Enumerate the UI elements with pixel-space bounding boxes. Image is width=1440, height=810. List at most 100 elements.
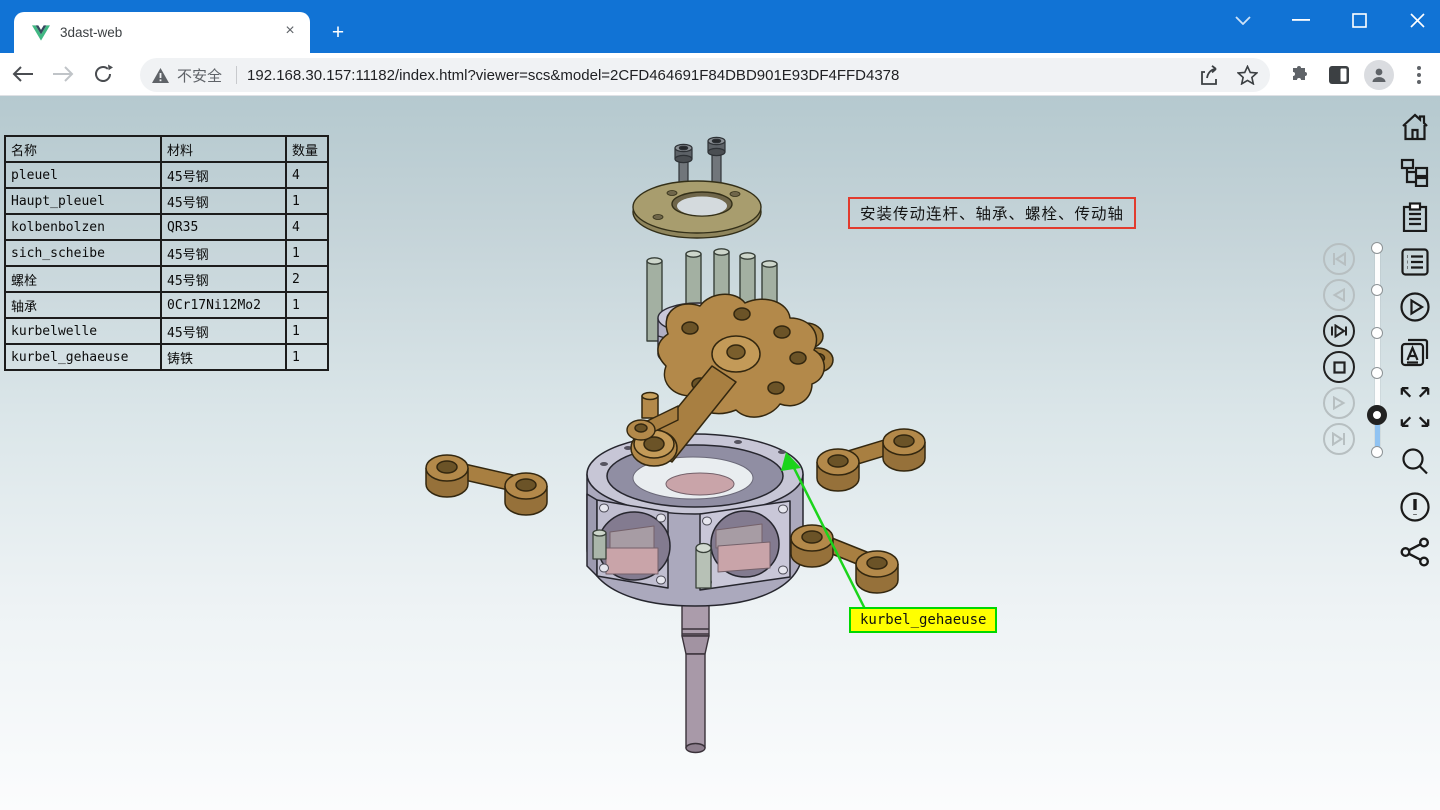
viewer-canvas[interactable]: 名称 材料 数量 pleuel45号钢4 Haupt_pleuel45号钢1 k… — [0, 96, 1440, 810]
annotation-toggle-icon[interactable] — [1399, 336, 1431, 368]
table-row: pleuel45号钢4 — [5, 162, 328, 188]
slider-tick[interactable] — [1371, 367, 1383, 379]
browser-tab[interactable]: 3dast-web × — [14, 12, 310, 53]
bom-cell: sich_scheibe — [5, 240, 161, 266]
bom-cell: 螺栓 — [5, 266, 161, 292]
bom-header-material: 材料 — [161, 136, 286, 162]
table-row: sich_scheibe45号钢1 — [5, 240, 328, 266]
bom-cell: 铸铁 — [161, 344, 286, 370]
maximize-button[interactable] — [1344, 5, 1374, 35]
slider-tick[interactable] — [1371, 242, 1383, 254]
side-panel-icon[interactable] — [1324, 60, 1354, 90]
bom-cell: 4 — [286, 214, 328, 240]
bom-cell: 45号钢 — [161, 188, 286, 214]
warning-exclamation-icon[interactable] — [1399, 491, 1431, 523]
menu-kebab-icon[interactable] — [1404, 60, 1434, 90]
chevron-down-icon[interactable] — [1228, 5, 1258, 35]
list-icon[interactable] — [1399, 246, 1431, 278]
step-annotation: 安装传动连杆、轴承、螺栓、传动轴 — [848, 197, 1136, 229]
toolbar-right-icons — [1284, 58, 1434, 92]
new-tab-button[interactable]: + — [326, 22, 350, 46]
bom-cell: 1 — [286, 240, 328, 266]
table-row: kurbel_gehaeuse铸铁1 — [5, 344, 328, 370]
bom-cell: 1 — [286, 188, 328, 214]
profile-avatar[interactable] — [1364, 60, 1394, 90]
security-warning-icon — [152, 68, 169, 83]
bom-cell: 0Cr17Ni12Mo2 — [161, 292, 286, 318]
step-back-icon[interactable] — [1323, 279, 1355, 311]
bom-cell: 45号钢 — [161, 162, 286, 188]
reload-button[interactable] — [86, 57, 120, 91]
bom-cell: 45号钢 — [161, 240, 286, 266]
minimize-button[interactable] — [1286, 5, 1316, 35]
bom-cell: 2 — [286, 266, 328, 292]
bom-cell: 1 — [286, 344, 328, 370]
share-page-icon[interactable] — [1200, 65, 1221, 85]
part-label-kurbel-gehaeuse[interactable]: kurbel_gehaeuse — [849, 607, 997, 633]
forward-button[interactable] — [46, 57, 80, 91]
bom-cell: 45号钢 — [161, 318, 286, 344]
omnibox-separator — [236, 66, 237, 84]
play-circle-icon[interactable] — [1399, 291, 1431, 323]
stop-icon[interactable] — [1323, 351, 1355, 383]
model-washer — [633, 181, 761, 238]
model-shaft — [682, 585, 709, 753]
share-icon[interactable] — [1399, 536, 1431, 568]
window-controls — [1228, 4, 1432, 36]
slider-handle[interactable] — [1367, 405, 1387, 425]
security-label[interactable]: 不安全 — [177, 65, 222, 86]
bom-cell: 轴承 — [5, 292, 161, 318]
bom-cell: 45号钢 — [161, 266, 286, 292]
play-icon[interactable] — [1323, 387, 1355, 419]
fullscreen-expand-icon[interactable] — [1399, 381, 1431, 433]
clipboard-icon[interactable] — [1399, 201, 1431, 233]
tab-title: 3dast-web — [60, 25, 280, 40]
slider-tick[interactable] — [1371, 327, 1383, 339]
bom-header-qty: 数量 — [286, 136, 328, 162]
skip-end-icon[interactable] — [1323, 423, 1355, 455]
structure-tree-icon[interactable] — [1399, 156, 1431, 188]
step-slider[interactable] — [1371, 245, 1383, 455]
bookmark-star-icon[interactable] — [1237, 65, 1258, 85]
bom-table: 名称 材料 数量 pleuel45号钢4 Haupt_pleuel45号钢1 k… — [4, 135, 329, 371]
bom-cell: kolbenbolzen — [5, 214, 161, 240]
vue-logo-icon — [32, 25, 50, 41]
address-bar[interactable]: 不安全 192.168.30.157:11182/index.html?view… — [140, 58, 1270, 92]
skip-start-icon[interactable] — [1323, 243, 1355, 275]
bom-cell: kurbel_gehaeuse — [5, 344, 161, 370]
table-row: kurbelwelle45号钢1 — [5, 318, 328, 344]
viewer-toolbar — [1397, 111, 1433, 568]
model-crank-case — [587, 434, 803, 606]
table-row: 轴承0Cr17Ni12Mo21 — [5, 292, 328, 318]
slider-tick[interactable] — [1371, 284, 1383, 296]
browser-window: 3dast-web × + — [0, 0, 1440, 810]
bom-cell: 1 — [286, 292, 328, 318]
bom-cell: Haupt_pleuel — [5, 188, 161, 214]
url-text[interactable]: 192.168.30.157:11182/index.html?viewer=s… — [247, 67, 1190, 84]
playback-controls — [1323, 243, 1355, 455]
model-rod-right-upper — [817, 429, 925, 491]
table-row: 螺栓45号钢2 — [5, 266, 328, 292]
close-button[interactable] — [1402, 5, 1432, 35]
slider-tick[interactable] — [1371, 446, 1383, 458]
table-row: Haupt_pleuel45号钢1 — [5, 188, 328, 214]
extensions-puzzle-icon[interactable] — [1284, 60, 1314, 90]
bom-header-row: 名称 材料 数量 — [5, 136, 328, 162]
model-crank-hub — [642, 294, 833, 418]
model-rod-left — [426, 455, 547, 515]
home-icon[interactable] — [1399, 111, 1431, 143]
titlebar: 3dast-web × + — [0, 0, 1440, 53]
bom-cell: kurbelwelle — [5, 318, 161, 344]
model-rod-right-lower — [791, 525, 898, 593]
bom-header-name: 名称 — [5, 136, 161, 162]
zoom-magnifier-icon[interactable] — [1399, 446, 1431, 478]
bom-cell: 1 — [286, 318, 328, 344]
bom-cell: QR35 — [161, 214, 286, 240]
step-play-icon[interactable] — [1323, 315, 1355, 347]
bom-cell: 4 — [286, 162, 328, 188]
back-button[interactable] — [6, 57, 40, 91]
browser-toolbar: 不安全 192.168.30.157:11182/index.html?view… — [0, 53, 1440, 96]
bom-cell: pleuel — [5, 162, 161, 188]
tab-close-icon[interactable]: × — [280, 23, 300, 43]
table-row: kolbenbolzenQR354 — [5, 214, 328, 240]
